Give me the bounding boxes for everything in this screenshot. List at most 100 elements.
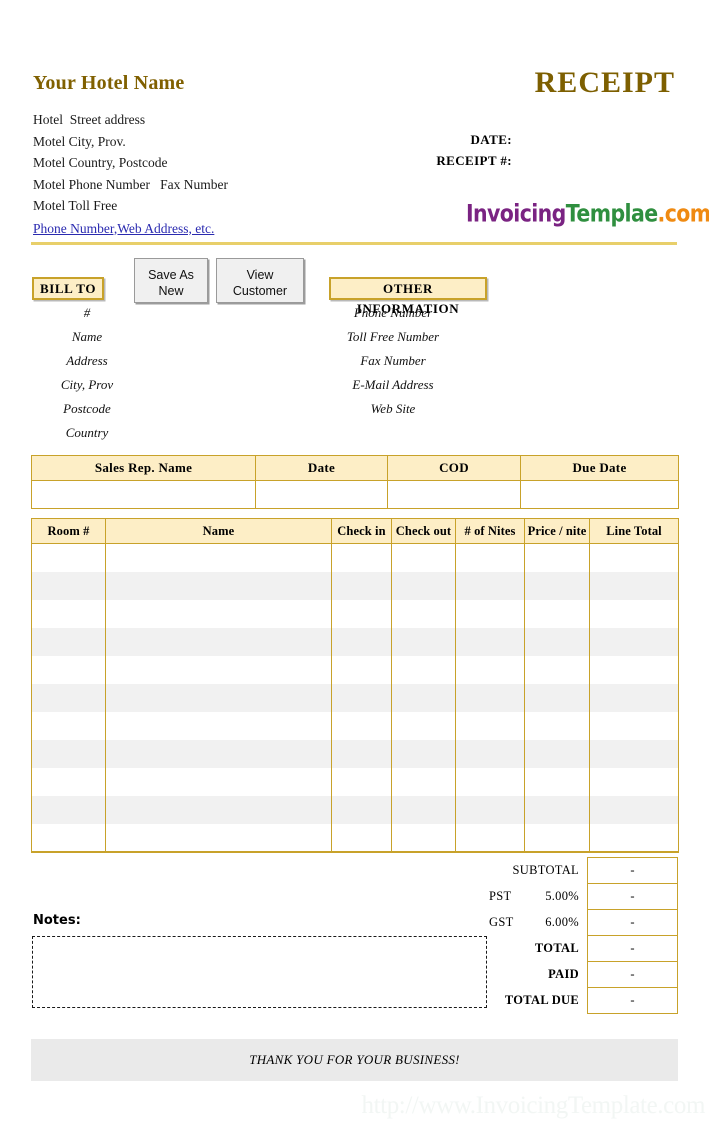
notes-input[interactable]: [32, 936, 487, 1008]
items-cell[interactable]: [455, 795, 525, 824]
bill-to-field-address[interactable]: Address: [32, 349, 142, 373]
items-cell[interactable]: [524, 655, 590, 684]
items-cell[interactable]: [31, 543, 106, 572]
items-cell[interactable]: [391, 571, 456, 600]
totals-tax-rate[interactable]: 6.00%: [545, 915, 579, 930]
items-cell[interactable]: [331, 655, 392, 684]
contact-link[interactable]: Phone Number,Web Address, etc.: [33, 218, 214, 240]
items-cell[interactable]: [31, 683, 106, 712]
items-cell[interactable]: [105, 599, 332, 628]
cell-due-date[interactable]: [520, 480, 679, 509]
items-cell[interactable]: [589, 627, 679, 656]
bill-to-field-name[interactable]: Name: [32, 325, 142, 349]
items-cell[interactable]: [31, 627, 106, 656]
items-cell[interactable]: [524, 739, 590, 768]
items-cell[interactable]: [331, 683, 392, 712]
bill-to-field-city[interactable]: City, Prov: [32, 373, 142, 397]
items-cell[interactable]: [589, 655, 679, 684]
items-cell[interactable]: [31, 571, 106, 600]
other-field-website[interactable]: Web Site: [300, 397, 486, 421]
items-cell[interactable]: [455, 823, 525, 853]
items-cell[interactable]: [331, 543, 392, 572]
items-cell[interactable]: [589, 683, 679, 712]
items-cell[interactable]: [524, 767, 590, 796]
items-cell[interactable]: [589, 823, 679, 853]
items-cell[interactable]: [331, 823, 392, 853]
items-cell[interactable]: [391, 767, 456, 796]
items-cell[interactable]: [391, 823, 456, 853]
items-cell[interactable]: [105, 543, 332, 572]
items-cell[interactable]: [105, 683, 332, 712]
items-cell[interactable]: [31, 599, 106, 628]
items-cell[interactable]: [391, 683, 456, 712]
other-field-phone[interactable]: Phone Number: [300, 301, 486, 325]
items-cell[interactable]: [31, 711, 106, 740]
items-cell[interactable]: [455, 767, 525, 796]
bill-to-field-country[interactable]: Country: [32, 421, 142, 445]
items-cell[interactable]: [31, 655, 106, 684]
items-cell[interactable]: [331, 627, 392, 656]
items-cell[interactable]: [589, 711, 679, 740]
items-cell[interactable]: [589, 543, 679, 572]
invoicingtemplate-logo[interactable]: InvoicingTemplae.com: [466, 199, 709, 227]
cell-sales-rep[interactable]: [31, 480, 256, 509]
totals-tax-rate[interactable]: 5.00%: [545, 889, 579, 904]
items-cell[interactable]: [31, 795, 106, 824]
items-cell[interactable]: [455, 711, 525, 740]
cell-date[interactable]: [255, 480, 388, 509]
cell-cod[interactable]: [387, 480, 521, 509]
save-as-new-button[interactable]: Save As New: [134, 258, 208, 303]
items-cell[interactable]: [455, 571, 525, 600]
items-cell[interactable]: [391, 739, 456, 768]
items-cell[interactable]: [391, 627, 456, 656]
items-cell[interactable]: [105, 767, 332, 796]
bill-to-field-number[interactable]: #: [32, 301, 142, 325]
items-cell[interactable]: [105, 739, 332, 768]
items-cell[interactable]: [524, 795, 590, 824]
items-cell[interactable]: [331, 571, 392, 600]
items-cell[interactable]: [455, 655, 525, 684]
items-cell[interactable]: [105, 795, 332, 824]
items-cell[interactable]: [331, 767, 392, 796]
items-cell[interactable]: [589, 571, 679, 600]
items-cell[interactable]: [455, 599, 525, 628]
items-cell[interactable]: [331, 739, 392, 768]
items-cell[interactable]: [589, 767, 679, 796]
items-cell[interactable]: [524, 599, 590, 628]
view-customer-button[interactable]: View Customer: [216, 258, 304, 303]
items-cell[interactable]: [391, 543, 456, 572]
items-cell[interactable]: [105, 823, 332, 853]
items-cell[interactable]: [455, 739, 525, 768]
items-cell[interactable]: [589, 739, 679, 768]
items-cell[interactable]: [455, 543, 525, 572]
items-cell[interactable]: [331, 711, 392, 740]
items-cell[interactable]: [391, 655, 456, 684]
items-cell[interactable]: [391, 795, 456, 824]
items-cell[interactable]: [455, 627, 525, 656]
other-field-email[interactable]: E-Mail Address: [300, 373, 486, 397]
date-label: DATE:: [470, 132, 512, 147]
items-cell[interactable]: [105, 627, 332, 656]
items-cell[interactable]: [524, 627, 590, 656]
items-cell[interactable]: [31, 739, 106, 768]
items-cell[interactable]: [105, 571, 332, 600]
items-cell[interactable]: [589, 599, 679, 628]
items-cell[interactable]: [105, 711, 332, 740]
items-cell[interactable]: [455, 683, 525, 712]
items-cell[interactable]: [391, 599, 456, 628]
other-field-fax[interactable]: Fax Number: [300, 349, 486, 373]
items-cell[interactable]: [331, 599, 392, 628]
items-cell[interactable]: [524, 711, 590, 740]
bill-to-field-postcode[interactable]: Postcode: [32, 397, 142, 421]
items-cell[interactable]: [589, 795, 679, 824]
items-cell[interactable]: [105, 655, 332, 684]
items-cell[interactable]: [391, 711, 456, 740]
items-cell[interactable]: [31, 823, 106, 853]
items-cell[interactable]: [524, 683, 590, 712]
items-cell[interactable]: [331, 795, 392, 824]
items-cell[interactable]: [524, 571, 590, 600]
items-cell[interactable]: [524, 823, 590, 853]
items-cell[interactable]: [524, 543, 590, 572]
items-cell[interactable]: [31, 767, 106, 796]
other-field-tollfree[interactable]: Toll Free Number: [300, 325, 486, 349]
